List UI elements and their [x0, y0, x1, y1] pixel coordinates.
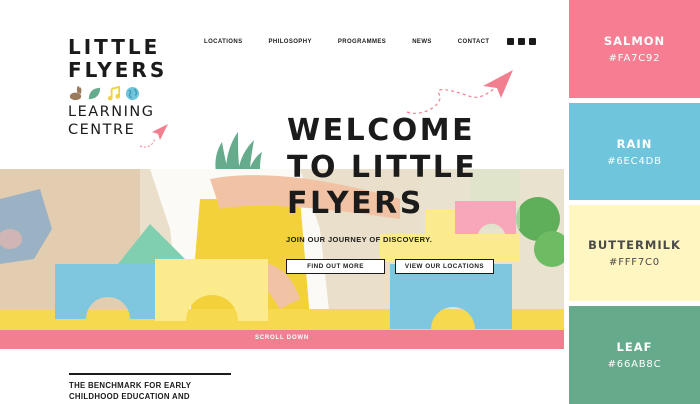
- intro-line-2: CHILDHOOD EDUCATION AND: [69, 391, 190, 401]
- website-mockup: LITTLE FLYERS LEARNING CENTRE LOCATIONS …: [0, 0, 564, 404]
- facebook-icon[interactable]: [507, 38, 515, 45]
- music-note-icon: [107, 86, 121, 101]
- social-links: [507, 38, 537, 45]
- swatch-hex: #6EC4DB: [607, 155, 662, 167]
- logo[interactable]: LITTLE FLYERS LEARNING CENTRE: [68, 35, 168, 148]
- find-out-more-button[interactable]: FIND OUT MORE: [286, 259, 385, 274]
- instagram-icon[interactable]: [518, 38, 526, 45]
- logo-line-2: FLYERS: [68, 58, 168, 82]
- scroll-down-label: SCROLL DOWN: [254, 335, 310, 341]
- nav-locations[interactable]: LOCATIONS: [204, 39, 243, 45]
- nav-philosophy[interactable]: PHILOSOPHY: [269, 39, 312, 45]
- swatch-leaf: LEAF #66AB8C: [569, 306, 700, 404]
- headline-line-3: FLYERS: [287, 186, 424, 221]
- nav-news[interactable]: NEWS: [412, 39, 432, 45]
- swatch-name: SALMON: [603, 34, 666, 48]
- swatch-salmon: SALMON #FA7C92: [569, 0, 700, 98]
- flight-path-decoration: [406, 70, 513, 114]
- intro-line-1: THE BENCHMARK FOR EARLY: [69, 381, 192, 390]
- swatch-hex: #FFF7C0: [609, 257, 660, 268]
- swatch-name: RAIN: [616, 136, 653, 151]
- globe-icon: [125, 86, 140, 101]
- logo-icons: [68, 86, 167, 101]
- view-locations-button[interactable]: VIEW OUR LOCATIONS: [395, 259, 494, 274]
- logo-line-3: LEARNING: [68, 104, 155, 120]
- scroll-down-bar[interactable]: SCROLL DOWN: [0, 330, 564, 349]
- leaf-icon: [88, 87, 101, 100]
- headline-line-2: TO LITTLE: [287, 149, 478, 185]
- grass-decoration: [215, 132, 262, 172]
- rabbit-icon: [69, 86, 82, 101]
- hero-headline: WELCOME TO LITTLE FLYERS: [287, 113, 477, 223]
- swatch-name: BUTTERMILK: [588, 238, 681, 252]
- linkedin-icon[interactable]: [529, 38, 537, 45]
- hero-tagline: JOIN OUR JOURNEY OF DISCOVERY.: [286, 235, 433, 244]
- swatch-name: LEAF: [616, 340, 653, 354]
- logo-line-1: LITTLE: [68, 35, 161, 59]
- swatch-buttermilk: BUTTERMILK #FFF7C0: [569, 205, 700, 301]
- nav-programmes[interactable]: PROGRAMMES: [338, 39, 386, 45]
- swatch-hex: #FA7C92: [608, 53, 661, 64]
- intro-heading: THE BENCHMARK FOR EARLY CHILDHOOD EDUCAT…: [69, 373, 231, 402]
- swatch-rain: RAIN #6EC4DB: [569, 103, 700, 200]
- main-nav: LOCATIONS PHILOSOPHY PROGRAMMES NEWS CON…: [204, 38, 537, 45]
- swatch-hex: #66AB8C: [607, 359, 662, 370]
- paper-plane-icon: [139, 124, 168, 148]
- headline-line-1: WELCOME: [287, 113, 476, 148]
- nav-contact[interactable]: CONTACT: [458, 39, 490, 45]
